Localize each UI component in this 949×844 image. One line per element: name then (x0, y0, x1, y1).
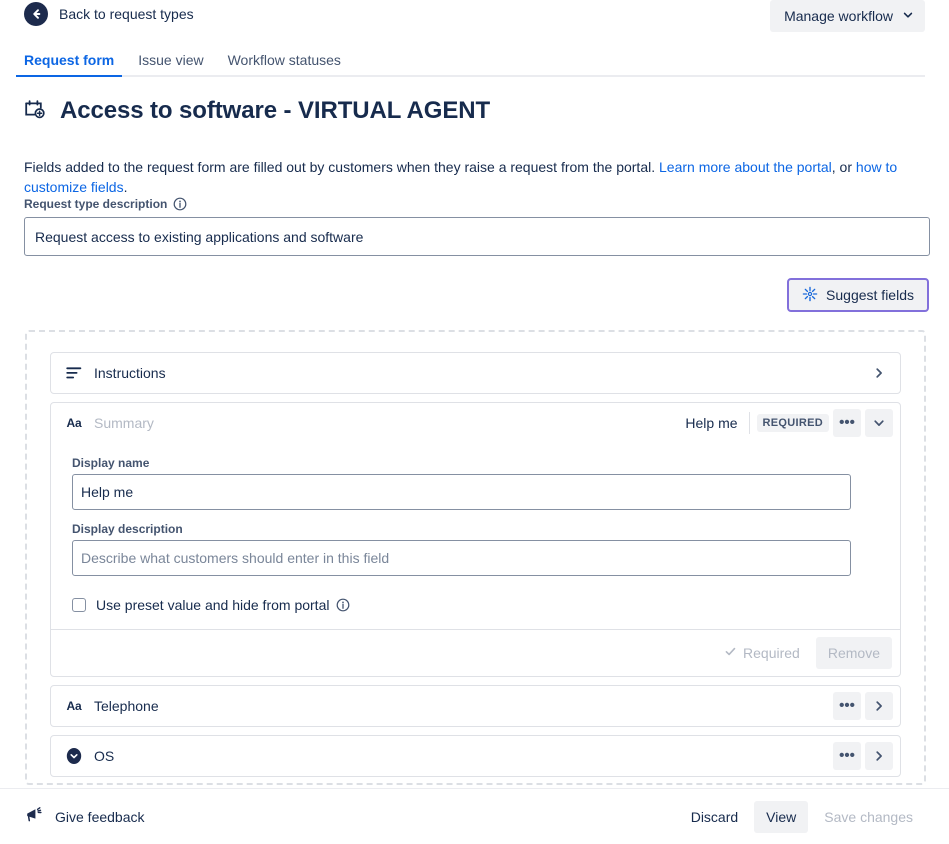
page-title: Access to software - VIRTUAL AGENT (60, 95, 490, 127)
intro-text-3: . (124, 179, 128, 195)
select-field-icon (64, 746, 84, 766)
field-row-summary[interactable]: Aa Summary Help me REQUIRED ••• (51, 403, 900, 443)
tab-workflow-statuses[interactable]: Workflow statuses (220, 50, 349, 75)
page-header: Access to software - VIRTUAL AGENT (24, 95, 925, 127)
intro-paragraph: Fields added to the request form are fil… (24, 157, 930, 197)
field-row-os[interactable]: OS ••• (51, 736, 900, 776)
help-me-link[interactable]: Help me (685, 412, 749, 434)
required-toggle-button[interactable]: Required (712, 637, 812, 669)
bottom-bar-actions: Discard View Save changes (679, 801, 925, 833)
manage-workflow-label: Manage workflow (784, 8, 893, 24)
chevron-right-icon[interactable] (865, 359, 893, 387)
instructions-lines-icon (64, 363, 84, 383)
back-link-label: Back to request types (59, 4, 194, 24)
info-icon[interactable] (336, 598, 350, 612)
field-name-os: OS (94, 748, 823, 764)
remove-field-button[interactable]: Remove (816, 637, 892, 669)
intro-text-2: , or (832, 159, 856, 175)
discard-button[interactable]: Discard (679, 801, 750, 833)
field-row-telephone[interactable]: Aa Telephone ••• (51, 686, 900, 726)
more-actions-icon[interactable]: ••• (833, 409, 861, 437)
display-description-label: Display description (72, 522, 879, 536)
top-bar: Back to request types Manage workflow (0, 0, 949, 40)
field-row-instructions[interactable]: Instructions (51, 353, 900, 393)
field-name-summary: Summary (94, 415, 675, 431)
learn-more-portal-link[interactable]: Learn more about the portal (659, 159, 832, 175)
field-card-telephone[interactable]: Aa Telephone ••• (50, 685, 901, 727)
give-feedback-label: Give feedback (55, 809, 145, 825)
ai-sparkle-icon (802, 286, 818, 305)
manage-workflow-button[interactable]: Manage workflow (770, 0, 925, 32)
field-body-summary: Display name Display description Use pre… (51, 443, 900, 629)
field-footer-summary: Required Remove (51, 629, 900, 676)
check-icon (724, 645, 737, 661)
back-to-request-types-link[interactable]: Back to request types (24, 2, 194, 26)
tab-bar: Request form Issue view Workflow statuse… (24, 50, 925, 77)
field-row-actions-os: ••• (833, 742, 893, 770)
suggest-fields-button[interactable]: Suggest fields (787, 278, 929, 312)
request-type-description-input[interactable] (24, 217, 930, 256)
chevron-down-icon[interactable] (865, 409, 893, 437)
tab-request-form[interactable]: Request form (16, 50, 122, 75)
field-name-instructions: Instructions (94, 365, 855, 381)
save-changes-button[interactable]: Save changes (812, 801, 925, 833)
display-description-input[interactable] (72, 540, 851, 576)
chevron-right-icon[interactable] (865, 742, 893, 770)
view-button[interactable]: View (754, 801, 808, 833)
required-badge: REQUIRED (757, 414, 829, 432)
field-row-actions-telephone: ••• (833, 692, 893, 720)
field-card-summary: Aa Summary Help me REQUIRED ••• Display … (50, 402, 901, 677)
chevron-down-icon (901, 8, 915, 25)
info-icon[interactable] (173, 197, 187, 211)
preset-value-checkbox[interactable] (72, 598, 86, 612)
required-toggle-label: Required (743, 645, 800, 661)
arrow-left-circle-icon (24, 2, 48, 26)
preset-value-label-wrap: Use preset value and hide from portal (96, 597, 350, 613)
more-actions-icon[interactable]: ••• (833, 742, 861, 770)
request-type-description-label-text: Request type description (24, 197, 167, 211)
text-field-icon: Aa (64, 696, 84, 716)
preset-value-label: Use preset value and hide from portal (96, 597, 329, 613)
display-name-label: Display name (72, 456, 879, 470)
field-row-actions-summary: Help me REQUIRED ••• (685, 409, 893, 437)
bottom-action-bar: Give feedback Discard View Save changes (0, 788, 949, 844)
field-card-instructions[interactable]: Instructions (50, 352, 901, 394)
field-card-os[interactable]: OS ••• (50, 735, 901, 777)
preset-value-checkbox-row: Use preset value and hide from portal (72, 597, 879, 613)
display-name-input[interactable] (72, 474, 851, 510)
field-row-actions-instructions (865, 359, 893, 387)
field-name-telephone: Telephone (94, 698, 823, 714)
text-field-icon: Aa (64, 413, 84, 433)
more-actions-icon[interactable]: ••• (833, 692, 861, 720)
request-type-add-icon (24, 98, 46, 125)
intro-text-1: Fields added to the request form are fil… (24, 159, 659, 175)
request-form-fields-container: Instructions Aa Summary Help me REQUIRED… (25, 330, 926, 785)
request-type-description-label: Request type description (24, 197, 187, 211)
chevron-right-icon[interactable] (865, 692, 893, 720)
give-feedback-button[interactable]: Give feedback (24, 805, 145, 828)
tab-issue-view[interactable]: Issue view (130, 50, 211, 75)
megaphone-icon (24, 805, 44, 828)
suggest-fields-label: Suggest fields (826, 287, 914, 303)
